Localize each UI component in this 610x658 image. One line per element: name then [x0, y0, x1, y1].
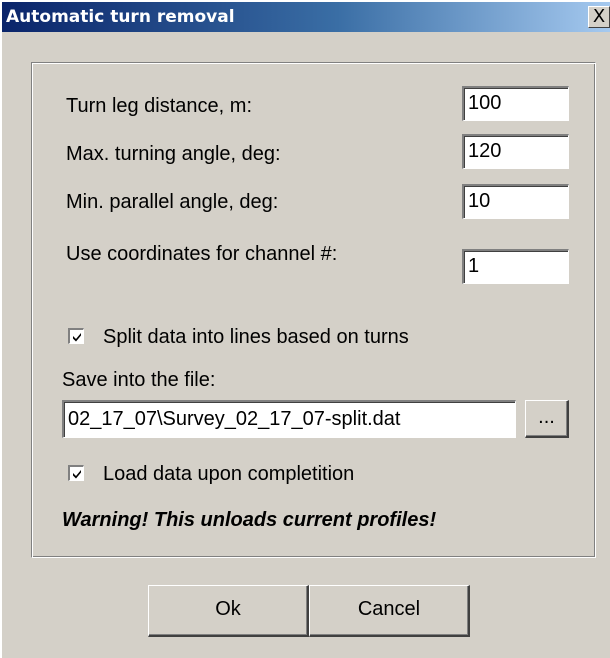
window-title: Automatic turn removal — [6, 7, 235, 27]
min-parallel-angle-input[interactable]: 10 — [462, 184, 569, 219]
split-data-checkbox[interactable] — [68, 328, 84, 344]
turn-leg-distance-input[interactable]: 100 — [462, 86, 569, 121]
load-data-label: Load data upon completition — [103, 463, 355, 485]
warning-text: Warning! This unloads current profiles! — [62, 509, 437, 531]
split-data-label: Split data into lines based on turns — [103, 326, 409, 348]
title-bar[interactable]: Automatic turn removal X — [2, 2, 610, 32]
close-button[interactable]: X — [588, 6, 610, 28]
ok-button[interactable]: Ok — [148, 585, 309, 637]
dialog-window: Automatic turn removal X Turn leg distan… — [0, 0, 610, 658]
close-icon: X — [592, 6, 606, 27]
save-file-label: Save into the file: — [62, 369, 216, 391]
browse-button[interactable]: ... — [525, 400, 569, 438]
save-file-path-input[interactable]: 02_17_07\Survey_02_17_07-split.dat — [62, 400, 516, 438]
checkmark-icon — [73, 470, 81, 479]
max-turning-angle-input[interactable]: 120 — [462, 134, 569, 169]
max-turning-angle-label: Max. turning angle, deg: — [66, 143, 281, 165]
channel-number-input[interactable]: 1 — [462, 249, 569, 284]
channel-number-label: Use coordinates for channel #: — [66, 243, 338, 265]
cancel-button[interactable]: Cancel — [309, 585, 470, 637]
checkmark-icon — [73, 333, 81, 342]
turn-leg-distance-label: Turn leg distance, m: — [66, 95, 253, 117]
min-parallel-angle-label: Min. parallel angle, deg: — [66, 191, 279, 213]
load-data-checkbox[interactable] — [68, 465, 84, 481]
